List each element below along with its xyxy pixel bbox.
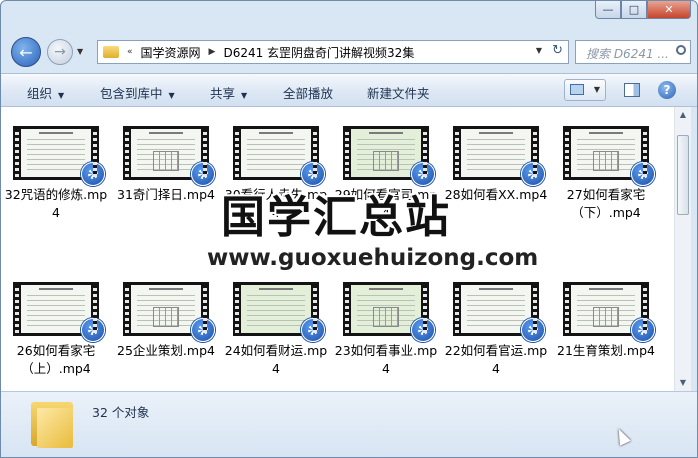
address-bar[interactable]: « 国学资源网 ▶ D6241 玄罡阴盘奇门讲解视频32集 ▼ ↻ bbox=[97, 40, 569, 64]
organize-button[interactable]: 组织 ▼ bbox=[27, 83, 64, 102]
file-name: 21生育策划.mp4 bbox=[557, 343, 655, 358]
breadcrumb-separator-icon[interactable]: ▶ bbox=[209, 47, 216, 57]
file-name: 32咒语的修炼.mp4 bbox=[4, 187, 108, 220]
scrollbar-thumb[interactable] bbox=[677, 135, 689, 215]
folder-icon bbox=[31, 402, 73, 448]
folder-icon bbox=[103, 46, 119, 58]
navigation-bar: ← → ▼ « 国学资源网 ▶ D6241 玄罡阴盘奇门讲解视频32集 ▼ ↻ … bbox=[1, 31, 697, 71]
file-name: 26如何看家宅（上）.mp4 bbox=[16, 343, 96, 376]
video-thumbnail bbox=[13, 282, 105, 342]
caption-buttons: — □ ✕ bbox=[595, 1, 691, 21]
search-icon bbox=[676, 45, 686, 55]
details-pane: 32 个对象 bbox=[1, 391, 697, 457]
chevron-down-icon: ▼ bbox=[241, 91, 248, 100]
back-button[interactable]: ← bbox=[11, 37, 41, 67]
file-item[interactable]: 25企业策划.mp4 bbox=[114, 282, 218, 360]
maximize-button[interactable]: □ bbox=[621, 1, 647, 19]
new-folder-button[interactable]: 新建文件夹 bbox=[367, 83, 430, 102]
vertical-scrollbar[interactable]: ▲ ▼ bbox=[674, 107, 691, 391]
preview-pane-icon[interactable] bbox=[624, 83, 640, 97]
file-item[interactable]: 21生育策划.mp4 bbox=[554, 282, 658, 360]
chevron-down-icon: ▼ bbox=[593, 85, 600, 94]
share-button[interactable]: 共享 ▼ bbox=[210, 83, 247, 102]
explorer-window: — □ ✕ ← → ▼ « 国学资源网 ▶ D6241 玄罡阴盘奇门讲解视频32… bbox=[0, 0, 698, 458]
video-thumbnail bbox=[563, 126, 655, 186]
mouse-cursor-icon bbox=[613, 426, 631, 446]
breadcrumb-item[interactable]: 国学资源网 bbox=[141, 44, 201, 61]
refresh-icon[interactable]: ↻ bbox=[552, 43, 563, 58]
media-player-icon bbox=[521, 162, 545, 186]
media-player-icon bbox=[191, 318, 215, 342]
scroll-down-icon[interactable]: ▼ bbox=[675, 375, 691, 391]
media-player-icon bbox=[301, 318, 325, 342]
forward-arrow-icon: → bbox=[54, 44, 66, 60]
video-thumbnail bbox=[123, 282, 215, 342]
minimize-button[interactable]: — bbox=[595, 1, 621, 19]
breadcrumb-overflow[interactable]: « bbox=[127, 47, 133, 57]
include-in-library-button[interactable]: 包含到库中 ▼ bbox=[100, 83, 175, 102]
file-item[interactable]: 24如何看财运.mp4 bbox=[224, 282, 328, 378]
chevron-down-icon: ▼ bbox=[58, 91, 65, 100]
file-name: 25企业策划.mp4 bbox=[117, 343, 215, 358]
file-name: 28如何看XX.mp4 bbox=[444, 187, 548, 202]
search-placeholder: 搜索 D6241 ... bbox=[586, 47, 669, 61]
video-thumbnail bbox=[453, 282, 545, 342]
address-dropdown-icon[interactable]: ▼ bbox=[536, 46, 542, 55]
history-dropdown-icon[interactable]: ▼ bbox=[77, 47, 83, 56]
file-item[interactable]: 31奇门择日.mp4 bbox=[114, 126, 218, 204]
video-thumbnail bbox=[13, 126, 105, 186]
file-item[interactable]: 22如何看官运.mp4 bbox=[444, 282, 548, 378]
video-thumbnail bbox=[343, 126, 435, 186]
video-thumbnail bbox=[343, 282, 435, 342]
file-name: 27如何看家宅（下）.mp4 bbox=[566, 187, 646, 220]
help-icon[interactable]: ? bbox=[658, 81, 676, 99]
file-item[interactable]: 32咒语的修炼.mp4 bbox=[4, 126, 108, 222]
media-player-icon bbox=[411, 318, 435, 342]
media-player-icon bbox=[81, 318, 105, 342]
video-thumbnail bbox=[233, 126, 325, 186]
view-icon bbox=[570, 84, 584, 95]
file-name: 22如何看官运.mp4 bbox=[444, 343, 548, 376]
play-all-button[interactable]: 全部播放 bbox=[283, 83, 333, 102]
file-item[interactable]: 27如何看家宅（下）.mp4 bbox=[554, 126, 658, 222]
video-thumbnail bbox=[123, 126, 215, 186]
file-item[interactable]: 23如何看事业.mp4 bbox=[334, 282, 438, 378]
media-player-icon bbox=[521, 318, 545, 342]
video-thumbnail bbox=[563, 282, 655, 342]
media-player-icon bbox=[631, 162, 655, 186]
watermark-url: www.guoxuehuizong.com bbox=[207, 245, 539, 271]
item-count: 32 个对象 bbox=[92, 405, 150, 420]
scroll-up-icon[interactable]: ▲ bbox=[675, 107, 691, 123]
back-arrow-icon: ← bbox=[19, 42, 33, 62]
breadcrumb-item[interactable]: D6241 玄罡阴盘奇门讲解视频32集 bbox=[223, 44, 414, 61]
chevron-down-icon: ▼ bbox=[168, 91, 175, 100]
video-thumbnail bbox=[233, 282, 325, 342]
video-thumbnail bbox=[453, 126, 545, 186]
media-player-icon bbox=[631, 318, 655, 342]
command-bar: 组织 ▼ 包含到库中 ▼ 共享 ▼ 全部播放 新建文件夹 ▼ ? bbox=[1, 73, 697, 107]
file-name: 31奇门择日.mp4 bbox=[117, 187, 215, 202]
file-name: 24如何看财运.mp4 bbox=[224, 343, 328, 376]
media-player-icon bbox=[191, 162, 215, 186]
forward-button[interactable]: → bbox=[47, 39, 73, 65]
media-player-icon bbox=[81, 162, 105, 186]
change-view-button[interactable]: ▼ bbox=[564, 79, 606, 101]
file-item[interactable]: 28如何看XX.mp4 bbox=[444, 126, 548, 204]
file-name: 23如何看事业.mp4 bbox=[334, 343, 438, 376]
close-button[interactable]: ✕ bbox=[647, 1, 691, 19]
file-item[interactable]: 26如何看家宅（上）.mp4 bbox=[4, 282, 108, 378]
search-input[interactable]: 搜索 D6241 ... bbox=[575, 40, 691, 64]
watermark-title: 国学汇总站 bbox=[221, 192, 451, 243]
